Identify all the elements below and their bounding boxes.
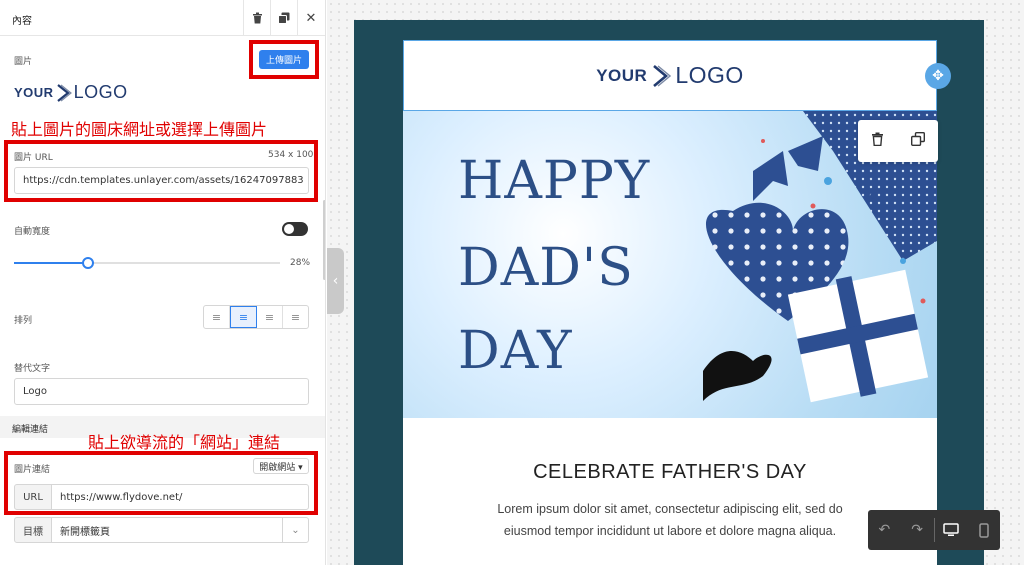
trash-icon: [872, 132, 884, 147]
align-label: 排列: [14, 316, 33, 326]
panel-title: 內容: [12, 16, 32, 27]
align-right-button[interactable]: ≡: [257, 306, 283, 328]
undo-button[interactable]: ↶: [868, 510, 901, 550]
chevron-logo-icon: [653, 64, 672, 87]
image-url-label: 圖片 URL: [14, 153, 53, 163]
move-icon: ✥: [932, 68, 944, 84]
mobile-icon: [978, 522, 989, 538]
link-url-input[interactable]: https://www.flydove.net/: [51, 484, 309, 510]
align-center-button[interactable]: ≡: [230, 306, 257, 328]
link-type-dropdown[interactable]: 開啟網站 ▾: [253, 458, 309, 474]
desktop-view-button[interactable]: [935, 510, 968, 550]
auto-width-toggle[interactable]: [282, 222, 308, 236]
block-delete-button[interactable]: [871, 132, 884, 150]
chevron-logo-icon: [56, 83, 72, 102]
align-justify-icon: ≡: [290, 310, 301, 324]
target-value: 新開標籤頁: [60, 526, 110, 538]
panel-scrollbar[interactable]: [323, 200, 325, 280]
annotation-image-url: 貼上圖片的圖床網址或選擇上傳圖片: [11, 120, 268, 139]
align-left-button[interactable]: ≡: [204, 306, 230, 328]
image-link-label: 圖片連結: [14, 465, 51, 475]
target-addon: 目標: [14, 517, 52, 543]
slider-handle[interactable]: [82, 257, 95, 269]
panel-header: 內容 ✕: [0, 0, 325, 36]
move-handle[interactable]: ✥: [925, 63, 951, 89]
close-button[interactable]: ✕: [297, 0, 324, 36]
width-slider[interactable]: [14, 257, 280, 269]
trash-icon: [252, 12, 262, 24]
duplicate-button[interactable]: [270, 0, 297, 36]
align-justify-button[interactable]: ≡: [283, 306, 308, 328]
align-center-icon: ≡: [238, 310, 249, 324]
slider-fill: [14, 262, 89, 264]
image-url-input[interactable]: https://cdn.templates.unlayer.com/assets…: [14, 167, 309, 194]
close-icon: ✕: [305, 10, 317, 26]
undo-icon: ↶: [878, 522, 891, 538]
logo-your-text: YOUR: [14, 85, 54, 100]
link-section-label: 編輯連結: [12, 425, 49, 435]
collapse-panel-button[interactable]: ‹: [327, 248, 344, 314]
auto-width-label: 自動寬度: [14, 227, 51, 237]
logo-logo-text: LOGO: [73, 82, 128, 102]
properties-panel: 內容 ✕ 圖片 上傳圖片 YOUR LOGO 貼上圖片的圖床網址或選擇上傳圖片 …: [0, 0, 326, 565]
mustache: [703, 351, 772, 401]
block-tools: [858, 120, 938, 162]
url-addon: URL: [14, 484, 52, 510]
email-logo-logo: LOGO: [675, 62, 744, 88]
para-line-2: eiusmod tempor incididunt ut labore et d…: [503, 524, 837, 538]
align-right-icon: ≡: [264, 310, 275, 324]
editor-bottom-toolbar: ↶ ↷: [868, 510, 1000, 550]
logo-block[interactable]: YOUR LOGO: [403, 40, 937, 111]
para-line-1: Lorem ipsum dolor sit amet, consectetur …: [497, 502, 843, 516]
email-heading: CELEBRATE FATHER'S DAY: [533, 461, 807, 483]
image-label: 圖片: [14, 57, 33, 67]
alt-text-label: 替代文字: [14, 364, 51, 374]
mobile-view-button[interactable]: [967, 510, 1000, 550]
duplicate-icon: [910, 131, 925, 147]
hero-image[interactable]: HAPPY DAD'S DAY: [403, 111, 937, 418]
email-logo-your: YOUR: [596, 65, 648, 85]
image-dims: 534 x 100: [268, 150, 314, 160]
alt-text-input[interactable]: Logo: [14, 378, 309, 405]
delete-button[interactable]: [243, 0, 270, 36]
link-target-select[interactable]: 新開標籤頁 ⌄: [51, 517, 309, 543]
logo-preview: YOUR LOGO: [14, 82, 128, 103]
toggle-knob: [284, 224, 294, 234]
redo-icon: ↷: [911, 522, 923, 538]
align-buttons: ≡ ≡ ≡ ≡: [203, 305, 309, 329]
desktop-icon: [943, 523, 959, 536]
width-percent: 28%: [290, 258, 311, 268]
email-paragraph: Lorem ipsum dolor sit amet, consectetur …: [440, 498, 900, 542]
chevron-down-icon: ⌄: [282, 518, 308, 542]
hero-illustration: [703, 111, 937, 403]
align-left-icon: ≡: [211, 310, 222, 324]
highlight-upload: [249, 40, 319, 79]
redo-button[interactable]: ↷: [901, 510, 934, 550]
duplicate-icon: [278, 12, 290, 24]
annotation-link: 貼上欲導流的「網站」連結: [88, 433, 281, 452]
block-duplicate-button[interactable]: [910, 131, 925, 150]
chevron-left-icon: ‹: [332, 273, 339, 289]
bowtie-right: [788, 136, 823, 171]
bowtie-left: [753, 151, 788, 201]
